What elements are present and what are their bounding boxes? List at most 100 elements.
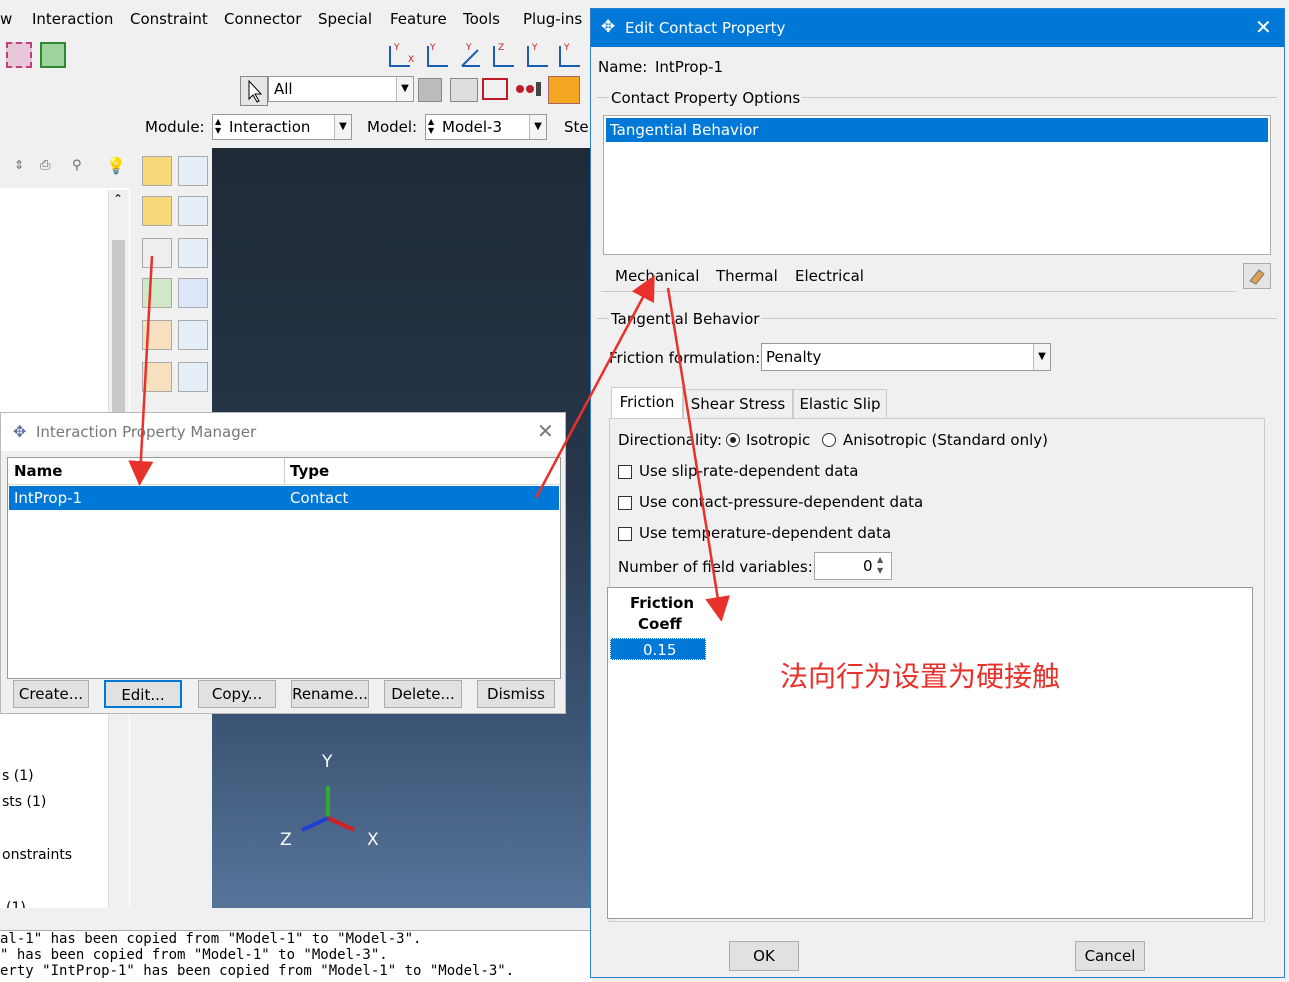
contact-control-icon[interactable]	[142, 238, 172, 268]
tab-elastic-slip[interactable]: Elastic Slip	[793, 389, 887, 419]
svg-text:Y: Y	[531, 43, 538, 53]
copy-button[interactable]: Copy...	[198, 680, 276, 708]
box-select-icon[interactable]	[482, 78, 508, 100]
column-header: Coeff	[638, 615, 682, 633]
sort-icon[interactable]: ⇕	[14, 158, 24, 172]
close-icon[interactable]: ✕	[537, 419, 554, 443]
list-item[interactable]: Tangential Behavior	[606, 118, 1268, 142]
property-manager-icon[interactable]	[178, 196, 208, 226]
interaction-property-manager-dialog: ✥ Interaction Property Manager ✕ Name Ty…	[0, 412, 566, 714]
menu-special[interactable]: Special	[318, 10, 372, 28]
dismiss-button[interactable]: Dismiss	[477, 680, 555, 708]
spin-arrows-icon: ▲ ▼	[428, 117, 435, 135]
contact-pressure-checkbox[interactable]	[618, 496, 632, 510]
menu-interaction[interactable]: Interaction	[32, 10, 113, 28]
anisotropic-radio[interactable]	[822, 433, 836, 447]
column-type[interactable]: Type	[290, 462, 329, 480]
table-row[interactable]: IntProp-1 Contact	[9, 486, 559, 510]
tie-icon[interactable]	[178, 278, 208, 308]
menu-thermal[interactable]: Thermal	[716, 267, 778, 285]
connector-manager-icon[interactable]	[178, 362, 208, 392]
lightbulb-icon[interactable]: 💡	[106, 156, 126, 175]
close-icon[interactable]: ✕	[1255, 15, 1272, 39]
tree-toolbar: ⇕ ⎙ ⚲ 💡	[0, 148, 130, 188]
field-variables-label: Number of field variables:	[618, 558, 813, 576]
constraint-manager-icon[interactable]	[178, 320, 208, 350]
name-label: Name:	[598, 58, 648, 76]
row-name: IntProp-1	[14, 489, 83, 507]
isotropic-radio[interactable]	[726, 433, 740, 447]
table-cell[interactable]: 0.15	[610, 638, 706, 660]
temperature-label: Use temperature-dependent data	[639, 524, 892, 542]
select-arrow-icon[interactable]	[240, 76, 268, 106]
message-line: " has been copied from "Model-1" to "Mod…	[0, 947, 388, 963]
column-name[interactable]: Name	[14, 462, 62, 480]
menu-electrical[interactable]: Electrical	[795, 267, 864, 285]
tab-friction[interactable]: Friction	[611, 387, 683, 419]
display-group-icon[interactable]	[450, 78, 478, 102]
model-select[interactable]: ▲ ▼ Model-3 ▼	[425, 114, 547, 140]
tab-shear-stress[interactable]: Shear Stress	[683, 389, 793, 419]
instance-cube-icon[interactable]	[40, 42, 66, 68]
slip-rate-checkbox[interactable]	[618, 465, 632, 479]
axis-x-label: X	[367, 830, 379, 850]
module-label: Module:	[145, 118, 205, 136]
dialog-title: Interaction Property Manager	[36, 423, 257, 441]
tree-item[interactable]: sts (1)	[2, 794, 46, 810]
spin-arrows-icon: ▲ ▼	[215, 117, 222, 135]
menu-tools[interactable]: Tools	[463, 10, 500, 28]
model-label: Model:	[367, 118, 418, 136]
selection-filter-select[interactable]: All ▼	[268, 76, 414, 102]
dialog-titlebar: ✥ Edit Contact Property ✕	[591, 9, 1284, 47]
menu-feature[interactable]: Feature	[390, 10, 447, 28]
part-cube-icon[interactable]	[6, 42, 32, 68]
interaction-manager-icon[interactable]	[178, 156, 208, 186]
node-select-icon[interactable]	[514, 78, 542, 100]
create-interaction-icon[interactable]	[142, 156, 172, 186]
create-property-icon[interactable]	[142, 196, 172, 226]
tree-item[interactable]: onstraints	[2, 847, 72, 863]
behavior-menubar: Mechanical Thermal Electrical	[601, 259, 1237, 292]
abaqus-logo-icon: ✥	[601, 17, 616, 37]
menu-view[interactable]: w	[0, 10, 12, 28]
friction-formulation-select[interactable]: Penalty ▼	[761, 343, 1051, 371]
anisotropic-label: Anisotropic (Standard only)	[843, 431, 1048, 449]
ok-button[interactable]: OK	[729, 941, 799, 971]
rename-button[interactable]: Rename...	[291, 680, 369, 708]
folder-up-icon[interactable]: ⎙	[40, 158, 50, 173]
annotation-text: 法向行为设置为硬接触	[780, 660, 1061, 693]
menu-bar: w Interaction Constraint Connector Speci…	[0, 0, 600, 40]
temperature-checkbox[interactable]	[618, 527, 632, 541]
cancel-button[interactable]: Cancel	[1075, 941, 1145, 971]
menu-connector[interactable]: Connector	[224, 10, 301, 28]
edit-contact-property-dialog: ✥ Edit Contact Property ✕ Name: IntProp-…	[590, 8, 1285, 978]
chevron-down-icon: ▼	[334, 115, 351, 139]
menu-plugins[interactable]: Plug-ins	[523, 10, 582, 28]
options-list: Tangential Behavior	[603, 115, 1271, 255]
dialog-title: Edit Contact Property	[625, 19, 786, 37]
constraint-icon[interactable]	[142, 320, 172, 350]
render-style-icon[interactable]	[548, 76, 580, 104]
connector-icon[interactable]	[142, 362, 172, 392]
options-group-label: Contact Property Options	[609, 89, 803, 107]
module-select[interactable]: ▲ ▼ Interaction ▼	[212, 114, 352, 140]
menu-constraint[interactable]: Constraint	[130, 10, 208, 28]
scroll-thumb[interactable]	[112, 240, 125, 420]
field-variables-spinner[interactable]: 0 ▲ ▼	[814, 552, 892, 580]
step-label: Ste	[564, 118, 589, 136]
create-button[interactable]: Create...	[13, 680, 89, 708]
tree-item[interactable]: s (1)	[2, 768, 34, 784]
delete-button[interactable]: Delete...	[384, 680, 462, 708]
friction-table: Friction Coeff 0.15	[607, 587, 1253, 919]
spin-arrows-icon[interactable]: ▲ ▼	[877, 554, 883, 576]
menu-mechanical[interactable]: Mechanical	[615, 267, 699, 285]
property-table: Name Type IntProp-1 Contact	[7, 457, 561, 679]
selection-options-icon[interactable]	[418, 78, 442, 102]
contact-control-manager-icon[interactable]	[178, 238, 208, 268]
eraser-icon[interactable]	[1243, 263, 1271, 289]
find-contact-icon[interactable]	[142, 278, 172, 308]
chevron-up-icon[interactable]: ⌃	[113, 192, 123, 206]
tree-filter-icon[interactable]: ⚲	[72, 158, 82, 173]
svg-text:Y: Y	[563, 43, 570, 53]
edit-button[interactable]: Edit...	[104, 680, 182, 708]
